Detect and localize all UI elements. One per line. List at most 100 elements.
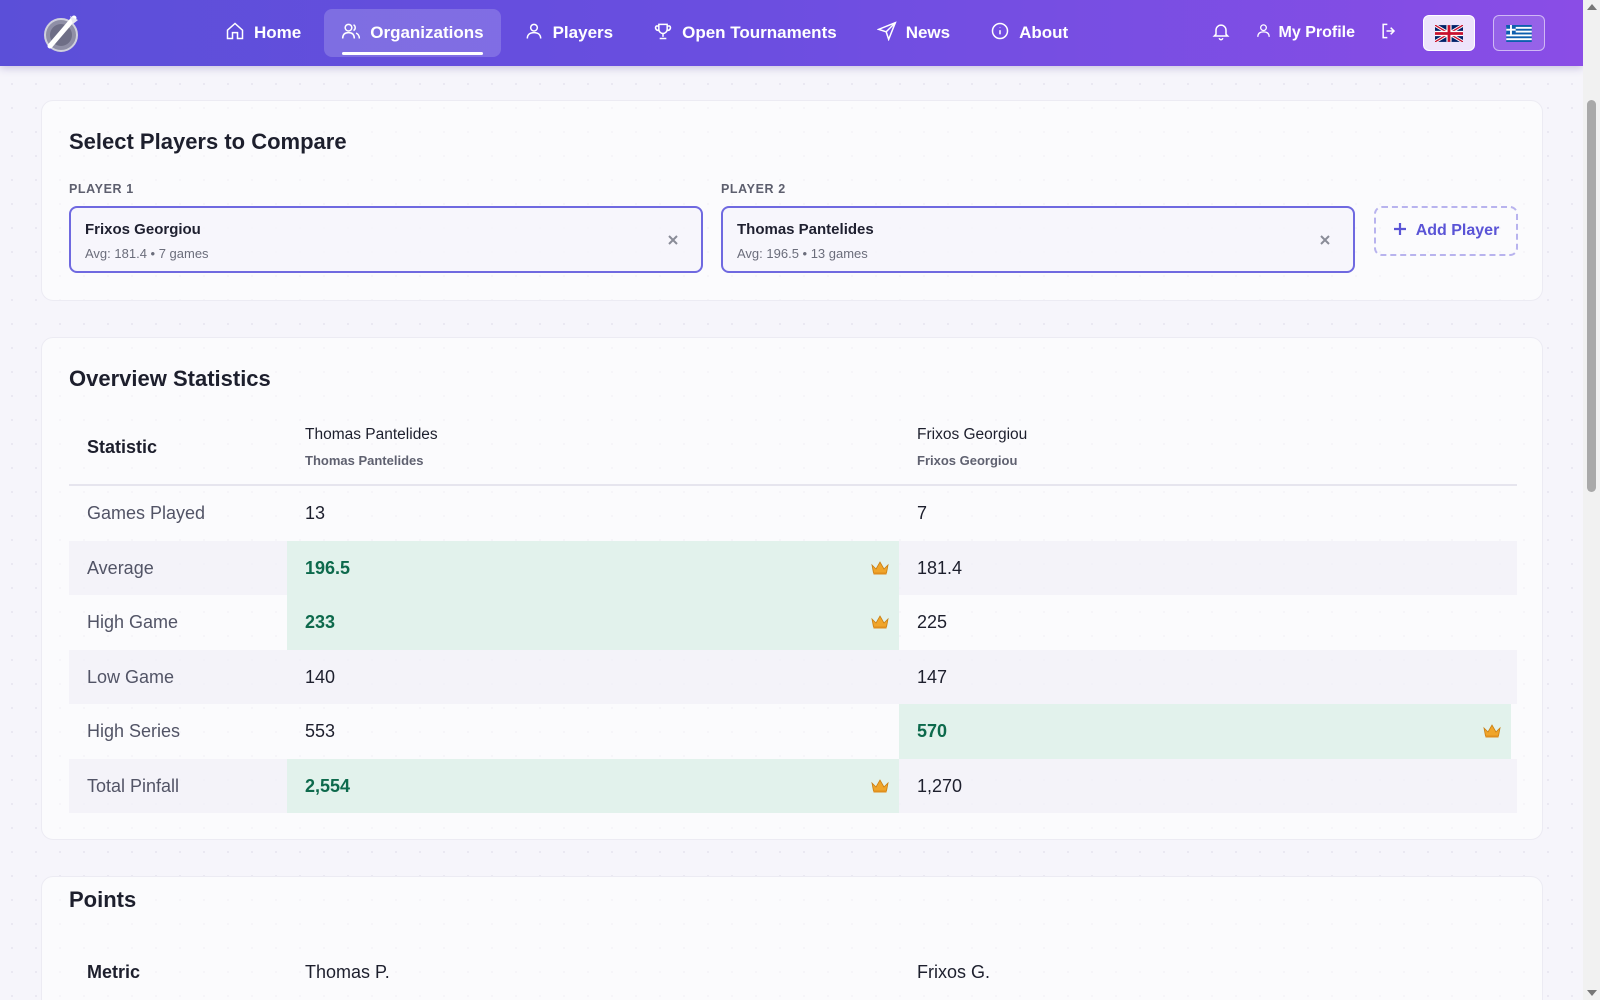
- uk-flag-icon: [1435, 24, 1463, 42]
- stat-cell-player1: 140: [287, 650, 899, 705]
- nav-news[interactable]: News: [860, 9, 967, 57]
- points-title: Points: [69, 887, 137, 912]
- stat-cell-player1: 13: [287, 486, 899, 541]
- stat-label: Average: [87, 557, 154, 578]
- scroll-thumb[interactable]: [1587, 100, 1596, 492]
- notifications-button[interactable]: [1205, 13, 1237, 53]
- users-icon: [341, 21, 361, 46]
- stat-cell-player1: 196.5: [287, 540, 899, 595]
- stat-cell-player1: 2,554: [287, 758, 899, 813]
- player2-name: Thomas Pantelides: [737, 221, 874, 238]
- bell-icon: [1211, 21, 1231, 46]
- stat-value: 553: [305, 721, 336, 741]
- nav-home[interactable]: Home: [208, 9, 318, 57]
- nav-home-label: Home: [254, 23, 302, 42]
- stat-cell-player2: 181.4: [899, 541, 1511, 596]
- info-icon: [990, 21, 1010, 46]
- plus-icon: [1393, 222, 1407, 241]
- overview-table-header: Statistic Thomas Pantelides Thomas Pante…: [69, 409, 1517, 486]
- header-col2-sub: Frixos Georgiou: [917, 453, 1018, 468]
- stat-label: Low Game: [87, 666, 175, 687]
- overview-table: Statistic Thomas Pantelides Thomas Pante…: [69, 409, 1517, 813]
- header-player-col2: Frixos Georgiou Frixos Georgiou: [917, 426, 1027, 468]
- stat-cell-player1: 553: [287, 704, 899, 759]
- stat-value: 1,270: [917, 775, 963, 796]
- lang-english-button[interactable]: [1423, 15, 1475, 51]
- profile-user-icon: [1255, 22, 1272, 44]
- player1-label: PLAYER 1: [69, 182, 134, 196]
- header-player-col1: Thomas Pantelides Thomas Pantelides: [305, 426, 438, 468]
- scroll-down-arrow[interactable]: [1587, 990, 1597, 996]
- table-row: Average 196.5 181.4: [69, 540, 1517, 596]
- select-players-title: Select Players to Compare: [69, 129, 347, 154]
- stat-label: Total Pinfall: [87, 775, 180, 796]
- stat-cell-player2: 7: [899, 486, 1511, 541]
- add-player-button[interactable]: Add Player: [1374, 206, 1518, 256]
- player1-remove-button[interactable]: [665, 232, 681, 248]
- add-player-label: Add Player: [1415, 222, 1500, 239]
- greek-flag-icon: [1505, 24, 1533, 42]
- points-header-metric: Metric: [87, 962, 141, 982]
- nav-players-label: Players: [552, 23, 614, 42]
- logout-button[interactable]: [1373, 13, 1405, 53]
- logout-icon: [1379, 21, 1399, 46]
- player2-label: PLAYER 2: [721, 182, 786, 196]
- nav-news-label: News: [905, 23, 951, 42]
- player1-meta: Avg: 181.4 • 7 games: [85, 246, 209, 261]
- my-profile-link[interactable]: My Profile: [1255, 22, 1355, 44]
- page-scrollbar[interactable]: [1583, 0, 1600, 1000]
- nav-about-label: About: [1019, 23, 1069, 42]
- points-table-header: Metric Thomas P. Frixos G.: [69, 962, 1517, 992]
- points-header-col1: Thomas P.: [305, 962, 390, 982]
- nav-players[interactable]: Players: [507, 9, 631, 57]
- stat-value: 13: [305, 503, 326, 523]
- scroll-up-arrow[interactable]: [1587, 4, 1597, 10]
- select-players-card: Select Players to Compare PLAYER 1 Frixo…: [41, 100, 1543, 301]
- crown-icon: [871, 560, 889, 575]
- stat-cell-player1: 233: [287, 595, 899, 650]
- trophy-icon: [653, 21, 673, 46]
- stat-value: 570: [917, 721, 948, 741]
- player1-name: Frixos Georgiou: [85, 221, 201, 238]
- home-icon: [225, 21, 245, 46]
- user-icon: [524, 21, 544, 46]
- close-icon: [665, 235, 681, 252]
- stat-value: 196.5: [305, 557, 351, 578]
- stat-value: 2,554: [305, 775, 351, 796]
- crown-icon: [871, 615, 889, 629]
- header-statistic: Statistic: [87, 437, 158, 457]
- stat-value: 181.4: [917, 557, 963, 578]
- player2-remove-button[interactable]: [1317, 232, 1333, 248]
- points-card: Points Metric Thomas P. Frixos G.: [41, 876, 1543, 1000]
- overview-statistics-card: Overview Statistics Statistic Thomas Pan…: [41, 337, 1543, 840]
- nav-open-tournaments-label: Open Tournaments: [682, 23, 837, 42]
- stat-cell-player2: 225: [899, 595, 1511, 650]
- table-row: Games Played 13 7: [69, 486, 1517, 541]
- points-header-col2: Frixos G.: [917, 962, 991, 982]
- close-icon: [1317, 235, 1333, 252]
- crown-icon: [1483, 724, 1501, 738]
- stat-value: 147: [917, 666, 948, 687]
- nav-organizations[interactable]: Organizations: [324, 9, 501, 57]
- table-row: High Series 553 570: [69, 704, 1517, 759]
- stat-value: 7: [917, 503, 928, 523]
- stat-value: 225: [917, 612, 948, 632]
- stat-value: 140: [305, 666, 336, 687]
- player2-selector[interactable]: Thomas Pantelides Avg: 196.5 • 13 games: [721, 206, 1355, 273]
- player1-selector[interactable]: Frixos Georgiou Avg: 181.4 • 7 games: [69, 206, 703, 273]
- table-row: High Game 233 225: [69, 595, 1517, 650]
- nav-open-tournaments[interactable]: Open Tournaments: [636, 9, 854, 57]
- lang-greek-button[interactable]: [1493, 15, 1545, 51]
- stat-label: Games Played: [87, 503, 206, 523]
- nav-organizations-label: Organizations: [370, 23, 484, 42]
- crown-icon: [871, 778, 889, 793]
- table-row: Total Pinfall 2,554 1,270: [69, 758, 1517, 813]
- send-icon: [876, 20, 897, 46]
- header-col1-name: Thomas Pantelides: [305, 426, 438, 443]
- overview-title: Overview Statistics: [69, 366, 271, 391]
- table-row: Low Game 140 147: [69, 649, 1517, 705]
- nav-about[interactable]: About: [973, 9, 1085, 57]
- stat-label: High Game: [87, 612, 179, 632]
- stat-value: 233: [305, 612, 336, 632]
- app-logo[interactable]: [40, 12, 84, 54]
